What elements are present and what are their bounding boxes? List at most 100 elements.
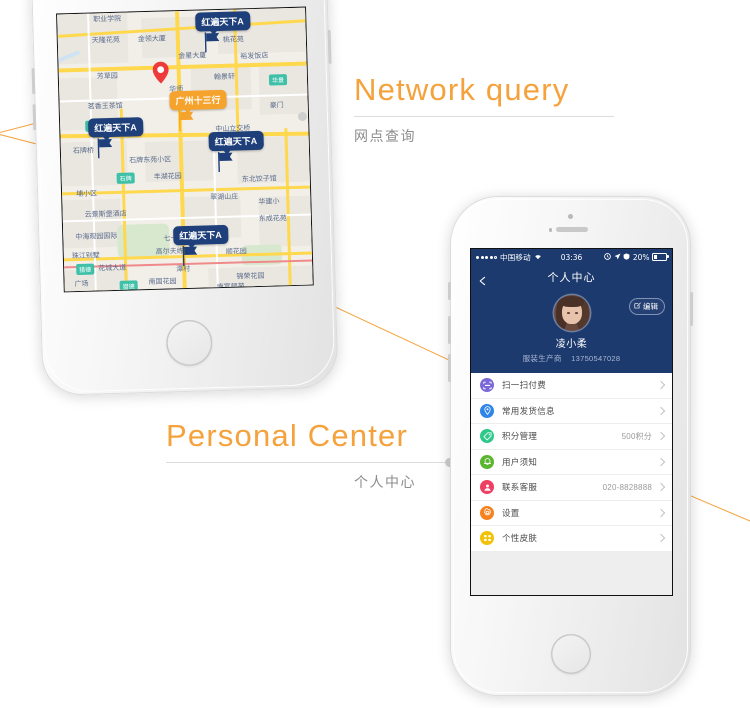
map-poi-label: 天隆花苑: [91, 35, 120, 45]
bell-icon: [480, 454, 494, 469]
app-phone: 中国移动 03:36 20% 个人中心 编辑 凌小柔 服装生产商 1375054…: [448, 196, 693, 696]
menu-filler: [471, 551, 672, 595]
map-poi-label: 华建小: [258, 197, 280, 206]
earpiece-speaker-right: [555, 227, 588, 232]
map-flag-icon[interactable]: [204, 32, 223, 57]
map-poi-label: 顺花园: [225, 247, 247, 256]
menu-row[interactable]: 用户须知: [471, 449, 672, 475]
composition-stage: 职业学院 天隆花苑 金领大厦 金星大厦 裕发饭店 桃花苑 芳草园 翰景轩 华师 茗香王茶馆 豪门 中山…: [0, 0, 750, 708]
menu-row-label: 积分管理: [502, 431, 538, 442]
skin-grid-icon: [480, 531, 494, 546]
alarm-icon: [604, 252, 612, 262]
menu-row[interactable]: 联系客服 020-8828888: [471, 475, 672, 501]
map-poi-label: 金领大厦: [137, 34, 166, 44]
map-mini-tag: 猎德: [119, 280, 138, 292]
map-poi-label: 丰湖花园: [153, 172, 182, 181]
map-poi-label: 南国花园: [148, 277, 177, 287]
chevron-right-icon: [656, 406, 666, 415]
volume-up-button-right[interactable]: [448, 316, 451, 344]
map-marker-bubble[interactable]: 红遍天下A: [195, 11, 251, 32]
map-poi-label: 埔小区: [75, 189, 98, 199]
back-chevron-icon[interactable]: [478, 273, 487, 286]
location-pin-icon: [480, 403, 494, 418]
map-screen[interactable]: 职业学院 天隆花苑 金领大厦 金星大厦 裕发饭店 桃花苑 芳草园 翰景轩 华师 茗香王茶馆 豪门 中山…: [56, 6, 314, 293]
menu-row-value: 500积分: [621, 431, 652, 441]
map-poi-label: 茗香王茶馆: [87, 101, 123, 111]
chevron-right-icon: [656, 508, 666, 517]
profile-phone: 13750547028: [571, 354, 621, 363]
caption-rule-network-query: [298, 112, 614, 121]
proximity-sensor-right: [548, 228, 552, 232]
map-poi-label: 东成花苑: [258, 214, 287, 223]
map-marker-bubble[interactable]: 广州十三行: [169, 89, 227, 111]
home-button-right[interactable]: [550, 634, 591, 674]
app-screen[interactable]: 中国移动 03:36 20% 个人中心 编辑 凌小柔 服装生产商 1375054…: [470, 248, 673, 596]
map-poi-label: 东北饺子馆: [241, 174, 277, 184]
qr-scan-icon: [480, 378, 494, 393]
avatar[interactable]: [553, 295, 590, 331]
menu-row[interactable]: 扫一扫付费: [471, 373, 672, 399]
front-camera-right: [568, 214, 573, 219]
menu-row[interactable]: 个性皮肤: [471, 526, 672, 552]
menu-row-label: 扫一扫付费: [502, 380, 547, 391]
caption-en-personal-center: Personal Center: [166, 418, 409, 453]
mute-switch-right[interactable]: [448, 282, 451, 300]
profile-role: 服装生产商: [522, 354, 562, 363]
chevron-right-icon: [656, 381, 666, 390]
caption-dot-network-query: [298, 112, 307, 121]
map-poi-label: 裕发饭店: [240, 51, 269, 61]
tag-icon: [480, 429, 494, 444]
gear-icon: [480, 505, 494, 520]
battery-percent-label: 20%: [632, 252, 650, 262]
chevron-right-icon: [656, 457, 666, 466]
map-poi-label: 花城大道: [98, 263, 127, 273]
caption-en-network-query: Network query: [354, 72, 570, 107]
chevron-right-icon: [656, 432, 666, 441]
map-marker-bubble[interactable]: 红遍天下A: [88, 117, 144, 138]
menu-row-value: 020-8828888: [602, 482, 652, 492]
map-flag-icon[interactable]: [182, 246, 201, 271]
profile-card: 编辑 凌小柔 服装生产商 13750547028: [471, 289, 672, 373]
map-poi-label: 高尔夫练: [155, 247, 184, 256]
map-flag-icon[interactable]: [178, 111, 197, 136]
menu-row-label: 常用发货信息: [502, 405, 555, 416]
map-flag-icon[interactable]: [217, 152, 236, 177]
map-canvas[interactable]: 职业学院 天隆花苑 金领大厦 金星大厦 裕发饭店 桃花苑 芳草园 翰景轩 华师 茗香王茶馆 豪门 中山…: [57, 7, 314, 293]
volume-down-button-right[interactable]: [448, 354, 451, 382]
map-marker-bubble[interactable]: 红遍天下A: [208, 130, 264, 152]
edit-profile-label: 编辑: [643, 302, 658, 311]
customer-service-icon: [480, 480, 494, 495]
power-button-left[interactable]: [327, 29, 332, 64]
battery-icon: [652, 252, 669, 262]
edit-profile-button[interactable]: 编辑: [628, 298, 665, 315]
caption-zh-network-query: 网点查询: [354, 128, 416, 144]
status-right-group: 20%: [604, 252, 669, 262]
power-button-right[interactable]: [690, 292, 693, 326]
profile-subtitle: 服装生产商 13750547028: [471, 353, 672, 364]
nav-bar: 个人中心: [471, 265, 672, 289]
caption-rule-personal-center: [166, 458, 454, 467]
profile-name: 凌小柔: [555, 339, 588, 350]
map-poi-label: 广场: [74, 279, 89, 289]
caption-personal-center: Personal Center 个人中心: [166, 418, 454, 492]
menu-row-label: 设置: [502, 507, 520, 518]
menu-row[interactable]: 积分管理 500积分: [471, 424, 672, 450]
current-location-pin-icon[interactable]: [152, 61, 169, 84]
location-arrow-icon: [614, 253, 621, 262]
map-marker-bubble[interactable]: 红遍天下A: [173, 224, 229, 246]
map-poi-label: 中海观园国际: [75, 231, 118, 242]
map-poi-label: 云景斯堡酒店: [84, 209, 127, 219]
menu-row[interactable]: 设置: [471, 500, 672, 526]
menu-list[interactable]: 扫一扫付费常用发货信息 积分管理 500积分用户须知 联系客服 020-8828888 设…: [471, 373, 672, 552]
map-flag-icon[interactable]: [97, 138, 116, 163]
chevron-right-icon: [656, 534, 666, 543]
caption-network-query: Network query 网点查询: [298, 72, 614, 146]
map-mini-tag: 华景: [268, 74, 288, 86]
map-poi-label: 金星大厦: [178, 51, 207, 61]
map-mini-tag: 石牌: [116, 172, 135, 184]
menu-row-label: 个性皮肤: [502, 533, 538, 544]
map-poi-label: 翰景轩: [213, 72, 235, 82]
menu-row[interactable]: 常用发货信息: [471, 398, 672, 424]
map-poi-label: 芳草园: [96, 71, 118, 81]
map-phone: 职业学院 天隆花苑 金领大厦 金星大厦 裕发饭店 桃花苑 芳草园 翰景轩 华师 茗香王茶馆 豪门 中山…: [29, 0, 339, 397]
